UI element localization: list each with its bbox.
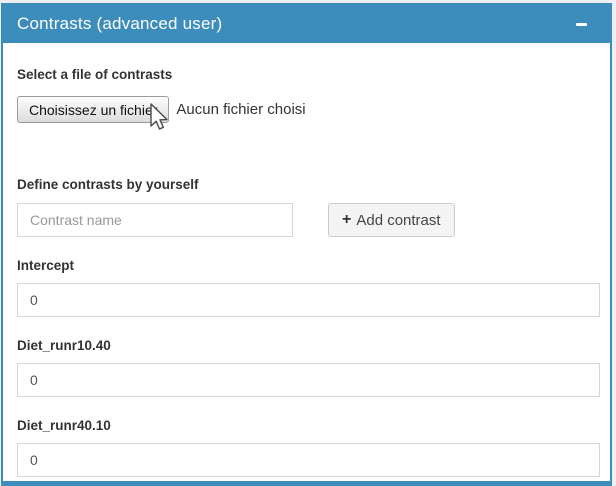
panel-header[interactable]: Contrasts (advanced user)	[3, 5, 610, 43]
choose-file-button[interactable]: Choisissez un fichier	[17, 96, 169, 123]
contrast-label: Intercept	[17, 258, 596, 273]
contrast-label: Diet_runr10.40	[17, 338, 596, 353]
plus-icon: +	[342, 211, 351, 229]
collapse-button[interactable]	[572, 15, 590, 33]
contrast-value-input-intercept[interactable]	[17, 283, 600, 317]
contrast-label: Diet_runr40.10	[17, 418, 596, 433]
panel-body: Select a file of contrasts Choisissez un…	[3, 43, 610, 477]
file-section-label: Select a file of contrasts	[17, 67, 596, 82]
file-input: Choisissez un fichier Aucun fichier choi…	[17, 96, 596, 123]
file-status-text: Aucun fichier choisi	[176, 101, 305, 118]
contrast-value-input-diet-runr10-40[interactable]	[17, 363, 600, 397]
contrast-value-input-diet-runr40-10[interactable]	[17, 443, 600, 477]
contrast-name-input[interactable]	[17, 203, 293, 237]
minus-icon	[576, 23, 587, 26]
define-contrast-row: + Add contrast	[17, 203, 596, 237]
panel-title: Contrasts (advanced user)	[17, 14, 222, 34]
contrast-field-intercept: Intercept	[17, 258, 596, 317]
define-section-label: Define contrasts by yourself	[17, 177, 596, 192]
next-panel-header-edge	[3, 481, 610, 486]
add-contrast-button[interactable]: + Add contrast	[328, 203, 455, 237]
contrasts-panel: Contrasts (advanced user) Select a file …	[1, 3, 612, 486]
page-background: Contrasts (advanced user) Select a file …	[0, 0, 616, 486]
contrast-field-diet-runr40-10: Diet_runr40.10	[17, 418, 596, 477]
add-contrast-label: Add contrast	[356, 212, 440, 229]
contrast-field-diet-runr10-40: Diet_runr10.40	[17, 338, 596, 397]
